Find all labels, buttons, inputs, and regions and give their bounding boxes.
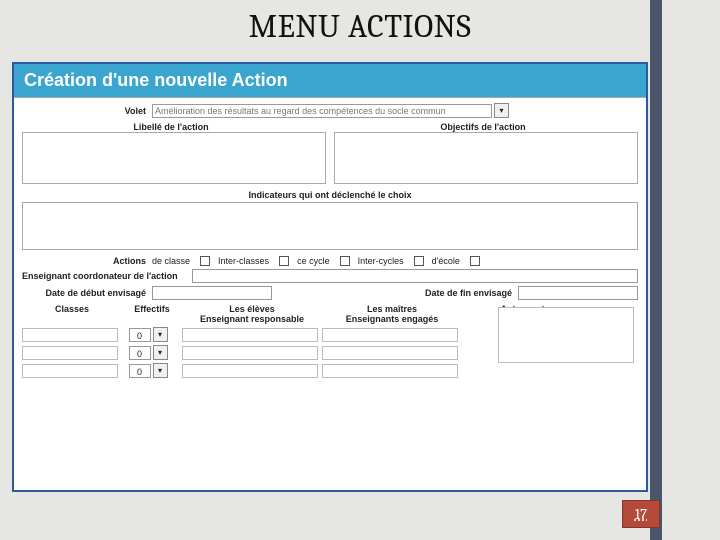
ens-resp-input[interactable]	[182, 328, 318, 342]
date-fin-label: Date de fin envisagé	[398, 288, 518, 298]
slide-title: MENU ACTIONS	[0, 0, 720, 49]
col-eleves: Les élèves	[182, 304, 322, 314]
col-ens-resp: Enseignant responsable	[182, 314, 322, 324]
date-debut-label: Date de début envisagé	[22, 288, 152, 298]
date-fin-input[interactable]	[518, 286, 638, 300]
col-effectifs: Effectifs	[122, 304, 182, 324]
check-inter-cycles-label: Inter-cycles	[358, 256, 404, 266]
vertical-accent-bar	[650, 0, 662, 540]
col-ens-eng: Enseignants engagés	[322, 314, 462, 324]
check-decole-label: d'école	[432, 256, 460, 266]
ens-resp-input[interactable]	[182, 346, 318, 360]
effectif-value[interactable]: 0	[129, 328, 151, 342]
coordonateur-row: Enseignant coordonateur de l'action	[22, 269, 638, 283]
table-row: 0 ▾	[22, 327, 638, 342]
ens-eng-input[interactable]	[322, 346, 458, 360]
date-debut-input[interactable]	[152, 286, 272, 300]
actions-checks: de classe Inter-classes ce cycle Inter-c…	[152, 256, 480, 266]
autres-textarea[interactable]	[498, 307, 634, 363]
ens-eng-input[interactable]	[322, 364, 458, 378]
volet-row: Volet Amélioration des résultats au rega…	[22, 103, 638, 118]
classe-input[interactable]	[22, 364, 118, 378]
effectif-value[interactable]: 0	[129, 364, 151, 378]
objectifs-label: Objectifs de l'action	[334, 122, 638, 132]
chevron-down-icon[interactable]: ▾	[153, 345, 168, 360]
check-decole[interactable]	[470, 256, 480, 266]
form-body: Volet Amélioration des résultats au rega…	[14, 98, 646, 383]
ens-resp-input[interactable]	[182, 364, 318, 378]
check-inter-classes[interactable]	[279, 256, 289, 266]
chevron-down-icon[interactable]: ▾	[153, 327, 168, 342]
libelle-objectifs-row: Libellé de l'action Objectifs de l'actio…	[22, 122, 638, 184]
chevron-down-icon[interactable]: ▾	[153, 363, 168, 378]
check-ce-cycle[interactable]	[340, 256, 350, 266]
page-number-badge: 17	[622, 500, 660, 528]
check-inter-classes-label: Inter-classes	[218, 256, 269, 266]
indicateurs-label: Indicateurs qui ont déclenché le choix	[22, 190, 638, 200]
chevron-down-icon[interactable]: ▾	[494, 103, 509, 118]
check-de-classe-label: de classe	[152, 256, 190, 266]
check-ce-cycle-label: ce cycle	[297, 256, 330, 266]
form-screenshot: Création d'une nouvelle Action Volet Amé…	[12, 62, 648, 492]
volet-label: Volet	[22, 106, 152, 116]
libelle-textarea[interactable]	[22, 132, 326, 184]
effectif-value[interactable]: 0	[129, 346, 151, 360]
col-maitres: Les maîtres	[322, 304, 462, 314]
check-inter-cycles[interactable]	[414, 256, 424, 266]
actions-label: Actions	[22, 256, 152, 266]
classe-input[interactable]	[22, 346, 118, 360]
page-number: 17	[635, 505, 647, 523]
check-de-classe[interactable]	[200, 256, 210, 266]
indicateurs-textarea[interactable]	[22, 202, 638, 250]
volet-select[interactable]: Amélioration des résultats au regard des…	[152, 104, 492, 118]
coordonateur-input[interactable]	[192, 269, 638, 283]
libelle-label: Libellé de l'action	[22, 122, 326, 132]
actions-row: Actions de classe Inter-classes ce cycle…	[22, 256, 638, 266]
form-header: Création d'une nouvelle Action	[14, 64, 646, 98]
table-row: 0 ▾	[22, 363, 638, 378]
classe-input[interactable]	[22, 328, 118, 342]
volet-value: Amélioration des résultats au regard des…	[155, 106, 446, 116]
coordonateur-label: Enseignant coordonateur de l'action	[22, 271, 192, 281]
dates-row: Date de début envisagé Date de fin envis…	[22, 286, 638, 300]
col-classes: Classes	[22, 304, 122, 324]
ens-eng-input[interactable]	[322, 328, 458, 342]
objectifs-textarea[interactable]	[334, 132, 638, 184]
